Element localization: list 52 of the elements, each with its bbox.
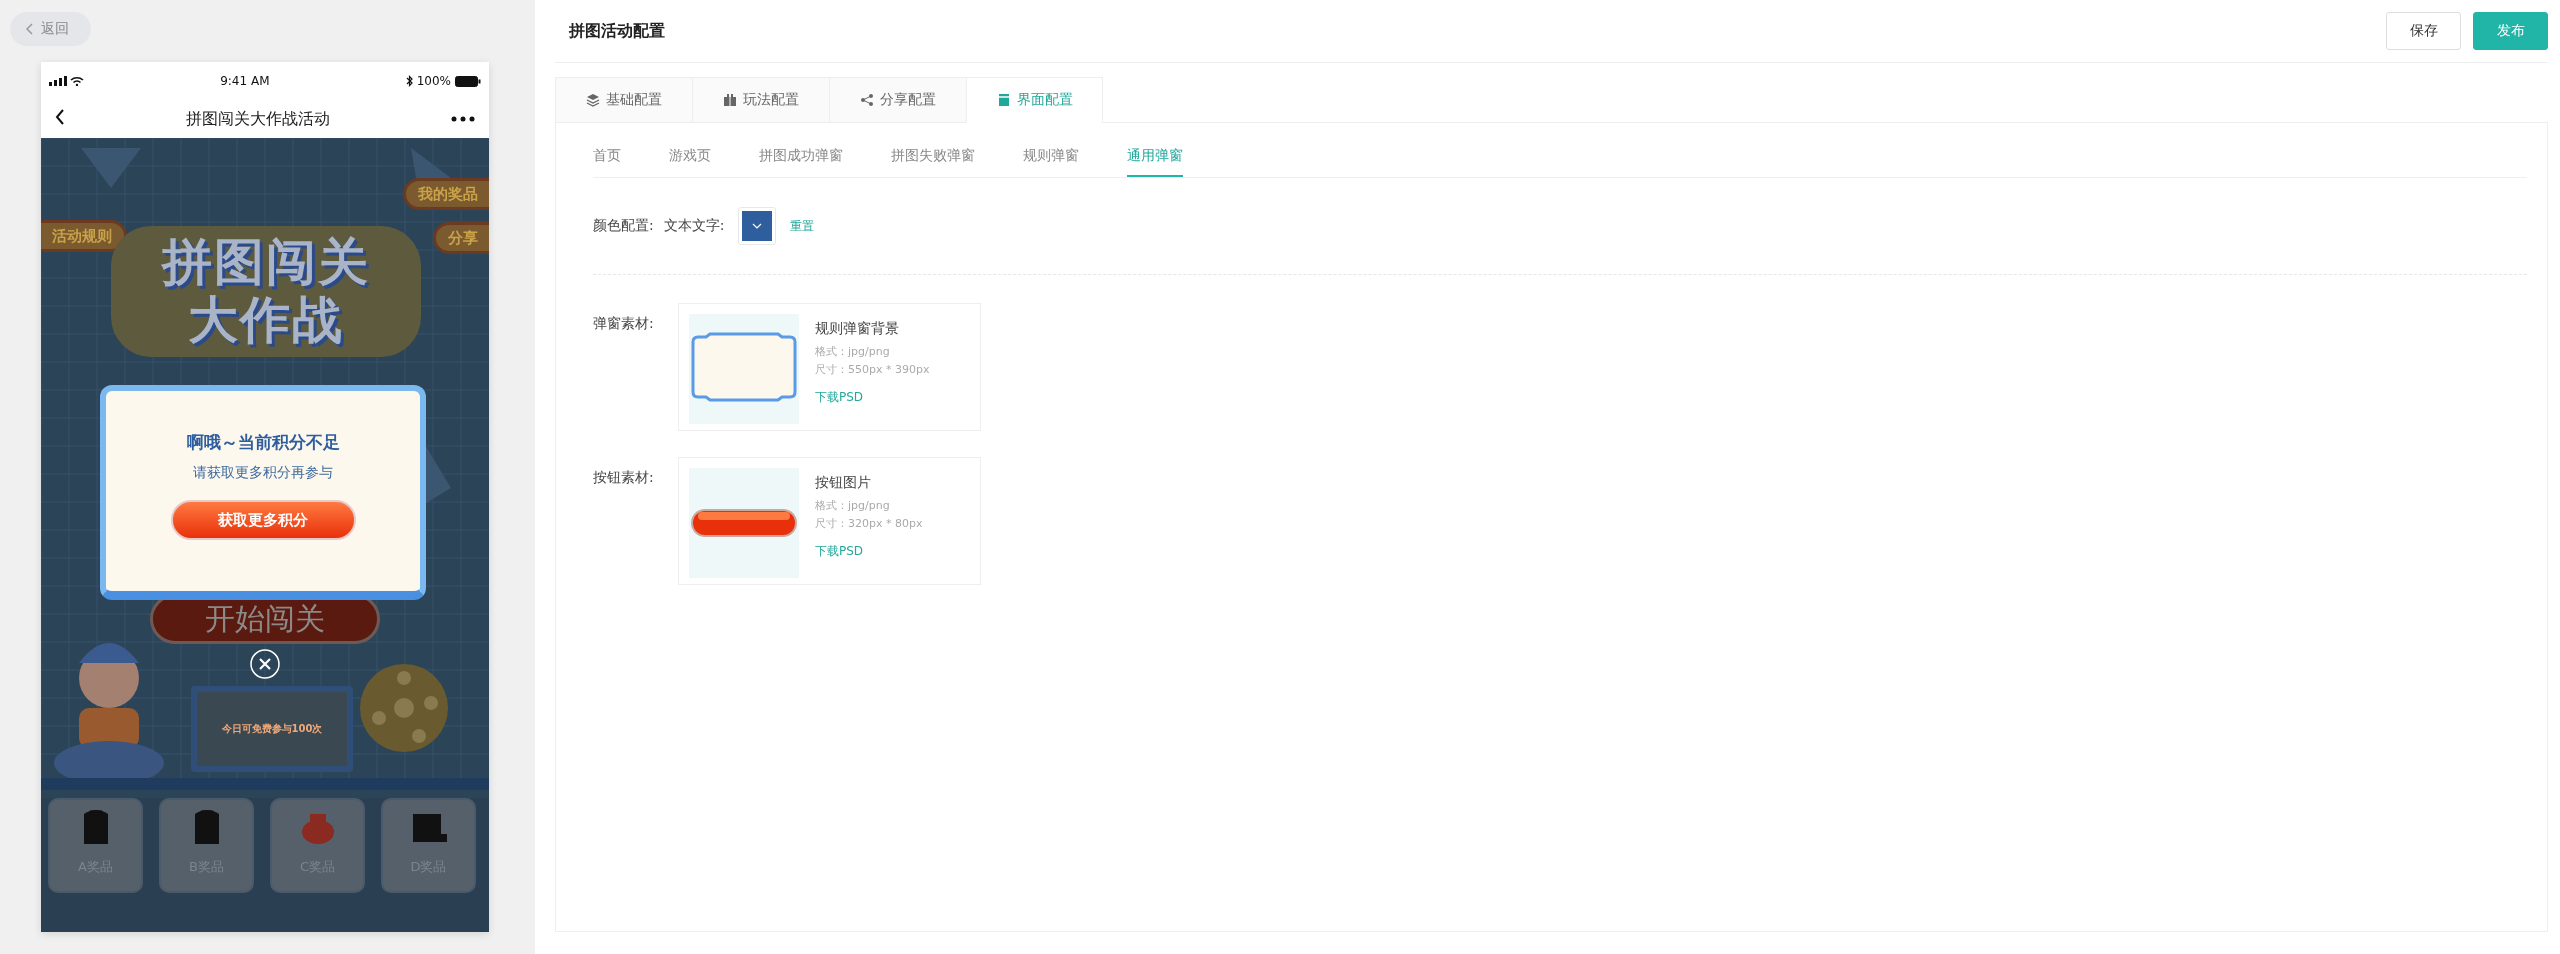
page-heading: 拼图活动配置 (569, 20, 665, 42)
field-label: 按钮素材: (593, 468, 655, 487)
sub-tab[interactable]: 拼图成功弹窗 (759, 137, 843, 177)
back-button[interactable]: 返回 (10, 12, 91, 46)
field-label: 弹窗素材: (593, 314, 655, 333)
dialog-title: 啊哦～当前积分不足 (186, 431, 340, 454)
field-label: 颜色配置: (593, 217, 654, 235)
battery-icon (455, 75, 481, 87)
sub-tab[interactable]: 游戏页 (669, 137, 711, 177)
config-tab[interactable]: 玩法配置 (692, 77, 829, 123)
bluetooth-icon (405, 75, 413, 87)
status-time: 9:41 AM (220, 74, 270, 88)
chevron-left-icon (26, 23, 33, 35)
config-tab[interactable]: 基础配置 (555, 77, 692, 123)
sub-tab[interactable]: 规则弹窗 (1023, 137, 1079, 177)
layers-icon (586, 93, 600, 107)
share-icon (860, 93, 874, 107)
material-format: 格式：jpg/png (815, 498, 891, 513)
publish-button[interactable]: 发布 (2473, 12, 2548, 50)
dialog-message: 请获取更多积分再参与 (193, 464, 333, 482)
sub-tab[interactable]: 拼图失败弹窗 (891, 137, 975, 177)
material-name: 规则弹窗背景 (815, 320, 900, 338)
side-button[interactable]: 我的奖品 (403, 178, 489, 210)
field-label: 文本文字: (663, 217, 725, 235)
free-plays-text: 今日可免费参与100次 (191, 686, 353, 772)
material-size: 尺寸：320px * 80px (815, 516, 923, 531)
title-art-text: 拼图闯关 (162, 234, 370, 292)
close-icon (249, 648, 281, 680)
sub-tab[interactable]: 首页 (593, 137, 621, 177)
color-picker[interactable] (738, 207, 777, 245)
page-title: 拼图闯关大作战活动 (186, 108, 330, 130)
material-name: 按钮图片 (815, 474, 872, 492)
sub-tab[interactable]: 通用弹窗 (1127, 137, 1183, 177)
wifi-icon (70, 76, 84, 86)
caret-icon (752, 223, 763, 229)
get-points-button[interactable]: 获取更多积分 (170, 500, 356, 540)
title-art-text: 大作战 (188, 291, 344, 349)
more-icon (451, 116, 475, 122)
material-format: 格式：jpg/png (815, 344, 891, 359)
save-button[interactable]: 保存 (2386, 12, 2461, 50)
side-button[interactable]: 分享 (433, 222, 489, 254)
back-icon (55, 109, 65, 125)
download-link[interactable]: 下载PSD (815, 543, 923, 560)
reset-link[interactable]: 重置 (790, 217, 815, 235)
battery-percent: 100% (416, 74, 451, 88)
download-link[interactable]: 下载PSD (815, 389, 930, 406)
config-tab[interactable]: 分享配置 (829, 77, 966, 123)
config-tab[interactable]: 界面配置 (966, 77, 1103, 123)
material-size: 尺寸：550px * 390px (815, 362, 930, 377)
side-button[interactable]: 活动规则 (41, 220, 127, 252)
layout-icon (996, 93, 1011, 107)
signal-icon (49, 76, 67, 86)
